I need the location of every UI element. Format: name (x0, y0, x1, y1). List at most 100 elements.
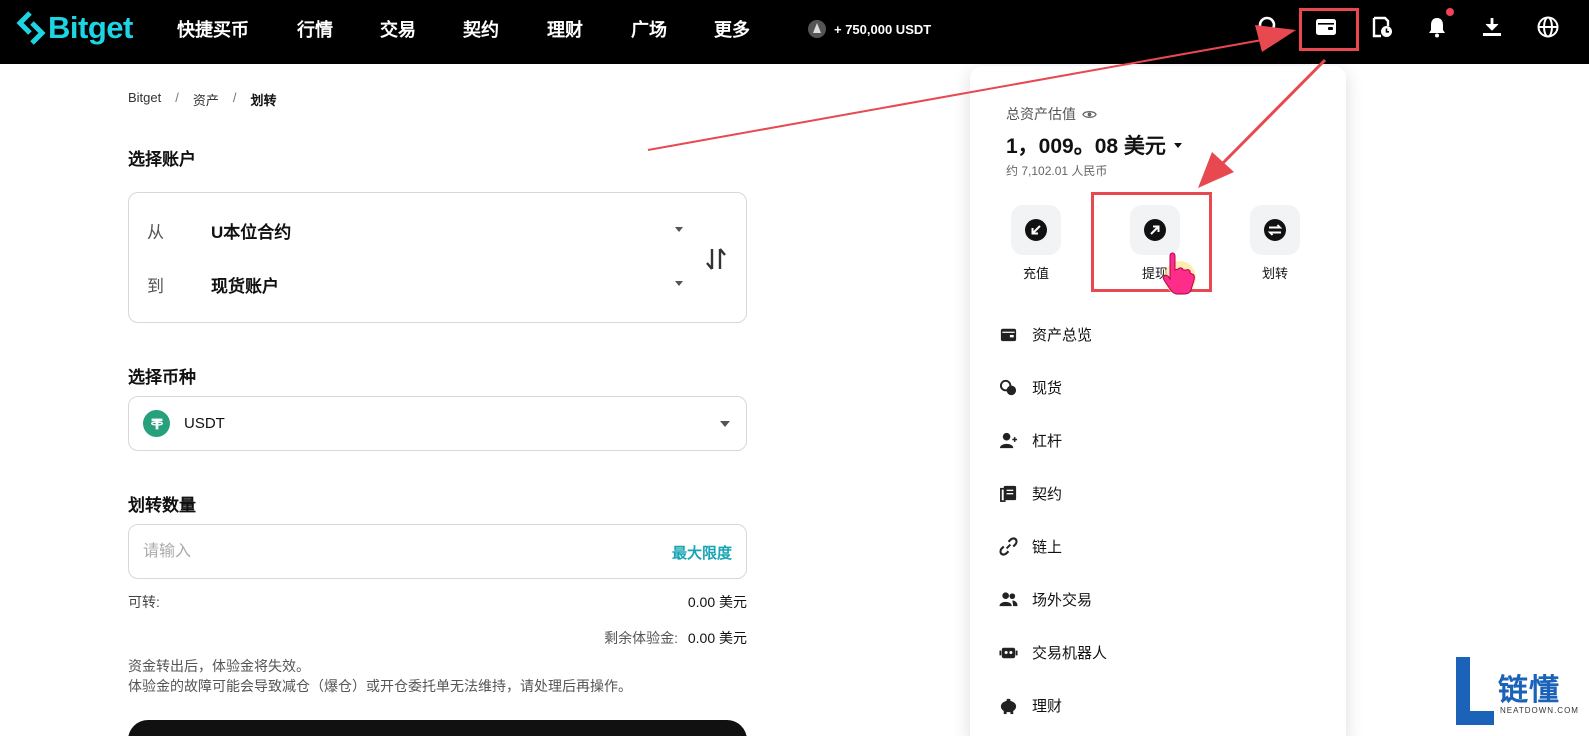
bonus-value: 0.00 美元 (687, 630, 747, 646)
menu-margin[interactable]: 杠杆 (998, 424, 1318, 456)
order-history-icon[interactable] (1369, 14, 1395, 40)
user-leverage-icon (999, 432, 1017, 448)
select-coin-title: 选择币种 (128, 368, 196, 387)
users-icon (998, 591, 1018, 606)
menu-earn[interactable]: 理财 (998, 689, 1318, 721)
max-amount-button[interactable]: 最大限度 (672, 542, 732, 563)
eye-icon[interactable] (1082, 107, 1097, 122)
menu-label: 链上 (1032, 538, 1063, 556)
notice-line: 资金转出后，体验金将失效。 (128, 658, 310, 674)
gift-icon (808, 20, 826, 38)
transfer-icon (1264, 219, 1286, 241)
nav-contract[interactable]: 契约 (463, 16, 499, 42)
pointer-hand-icon (1162, 252, 1196, 295)
piggy-bank-icon (1000, 698, 1016, 714)
breadcrumb: Bitget / 资产 / 划转 (128, 90, 277, 109)
breadcrumb-current: 划转 (250, 93, 277, 108)
breadcrumb-assets[interactable]: 资产 (193, 90, 219, 109)
coin-name: USDT (184, 415, 225, 432)
menu-label: 理财 (1032, 697, 1063, 715)
breadcrumb-separator: / (175, 90, 179, 105)
deposit-button[interactable]: 充值 (998, 205, 1074, 282)
menu-assets-overview[interactable]: 资产总览 (998, 318, 1318, 350)
bell-icon[interactable] (1424, 14, 1450, 40)
brand-name: Bitget (48, 10, 133, 45)
menu-onchain[interactable]: 链上 (998, 530, 1318, 562)
menu-trading-bot[interactable]: 交易机器人 (998, 636, 1318, 668)
available-label: 可转: (128, 594, 160, 610)
amount-title: 划转数量 (128, 496, 196, 515)
search-icon[interactable] (1256, 14, 1282, 40)
breadcrumb-home[interactable]: Bitget (128, 90, 161, 109)
menu-label: 资产总览 (1032, 326, 1093, 344)
nav-earn[interactable]: 理财 (547, 16, 583, 42)
watermark-mark (1456, 711, 1494, 725)
transfer-notice: 资金转出后，体验金将失效。 体验金的故障可能会导致减仓（爆仓）或开仓委托单无法维… (128, 656, 632, 696)
menu-spot[interactable]: 现货 (998, 371, 1318, 403)
total-assets-label-row: 总资产估值 (1006, 104, 1097, 124)
from-label: 从 (147, 222, 164, 242)
nav-square[interactable]: 广场 (631, 16, 667, 42)
deposit-icon (1025, 219, 1047, 241)
transfer-button[interactable]: 划转 (1237, 205, 1313, 282)
menu-contract[interactable]: 契约 (998, 477, 1318, 509)
globe-icon[interactable] (1535, 14, 1561, 40)
watermark-logo: 链懂 NEATDOWN.COM (1456, 657, 1579, 725)
watermark-text: 链懂 (1498, 674, 1560, 707)
from-account-value: U本位合约 (211, 222, 292, 242)
confirm-transfer-button[interactable] (128, 720, 747, 736)
assets-dropdown-panel: 总资产估值 1，009。08 美元 约 7,102.01 人民币 充值 提现 划… (970, 66, 1346, 736)
menu-label: 现货 (1032, 379, 1063, 397)
total-assets-label: 总资产估值 (1006, 106, 1076, 122)
contract-icon (999, 485, 1016, 502)
chevron-down-icon (675, 281, 683, 286)
coin-select[interactable]: USDT (128, 396, 747, 451)
promo-banner[interactable]: + 750,000 USDT (806, 18, 931, 40)
amount-input[interactable] (143, 539, 623, 565)
bitget-logo[interactable]: Bitget (16, 8, 133, 48)
bonus-label: 剩余体验金: (604, 630, 678, 646)
nav-more[interactable]: 更多 (714, 16, 750, 42)
to-label: 到 (147, 276, 164, 296)
breadcrumb-separator: / (232, 90, 237, 105)
watermark-subtext: NEATDOWN.COM (1500, 706, 1579, 715)
coins-icon (999, 379, 1016, 395)
nav-quick-buy[interactable]: 快捷买币 (177, 16, 249, 42)
notice-line: 体验金的故障可能会导致减仓（爆仓）或开仓委托单无法维持，请处理后再操作。 (128, 678, 632, 694)
bonus-amount: 剩余体验金: 0.00 美元 (604, 628, 747, 648)
select-account-title: 选择账户 (128, 150, 196, 169)
total-assets-cny: 约 7,102.01 人民币 (1006, 164, 1108, 178)
chevron-down-icon (1173, 142, 1182, 148)
available-row: 可转: 0.00 美元 (128, 592, 747, 612)
transfer-label: 划转 (1261, 266, 1288, 281)
nav-trade[interactable]: 交易 (380, 16, 416, 42)
chevron-down-icon (675, 227, 683, 232)
tether-icon (143, 410, 170, 437)
deposit-label: 充值 (1022, 266, 1049, 281)
download-icon[interactable] (1479, 14, 1505, 40)
menu-otc[interactable]: 场外交易 (998, 583, 1318, 615)
nav-markets[interactable]: 行情 (297, 16, 333, 42)
to-account-value: 现货账户 (211, 276, 279, 296)
menu-label: 交易机器人 (1032, 644, 1108, 662)
chevron-down-icon (720, 421, 730, 427)
link-icon (998, 536, 1018, 556)
annotation-arrows (647, 25, 1327, 188)
total-assets-value-row[interactable]: 1，009。08 美元 (1006, 130, 1182, 160)
notification-badge (1446, 8, 1454, 16)
available-value: 0.00 美元 (687, 594, 747, 610)
wallet-highlight-box (1299, 8, 1359, 51)
amount-field-box: 最大限度 (128, 524, 747, 579)
from-account-select[interactable]: 从 U本位合约 (129, 215, 689, 245)
menu-label: 契约 (1032, 485, 1063, 503)
menu-label: 场外交易 (1032, 591, 1093, 609)
swap-accounts-icon[interactable] (704, 245, 728, 273)
robot-icon (998, 647, 1018, 658)
bitget-logo-icon (16, 11, 46, 45)
menu-label: 杠杆 (1032, 432, 1063, 450)
promo-text: + 750,000 USDT (834, 21, 932, 37)
wallet-icon (1000, 328, 1016, 341)
account-selector: 从 U本位合约 到 现货账户 (128, 192, 747, 323)
to-account-select[interactable]: 到 现货账户 (129, 269, 689, 299)
total-assets-value: 1，009。08 美元 (1006, 135, 1166, 158)
